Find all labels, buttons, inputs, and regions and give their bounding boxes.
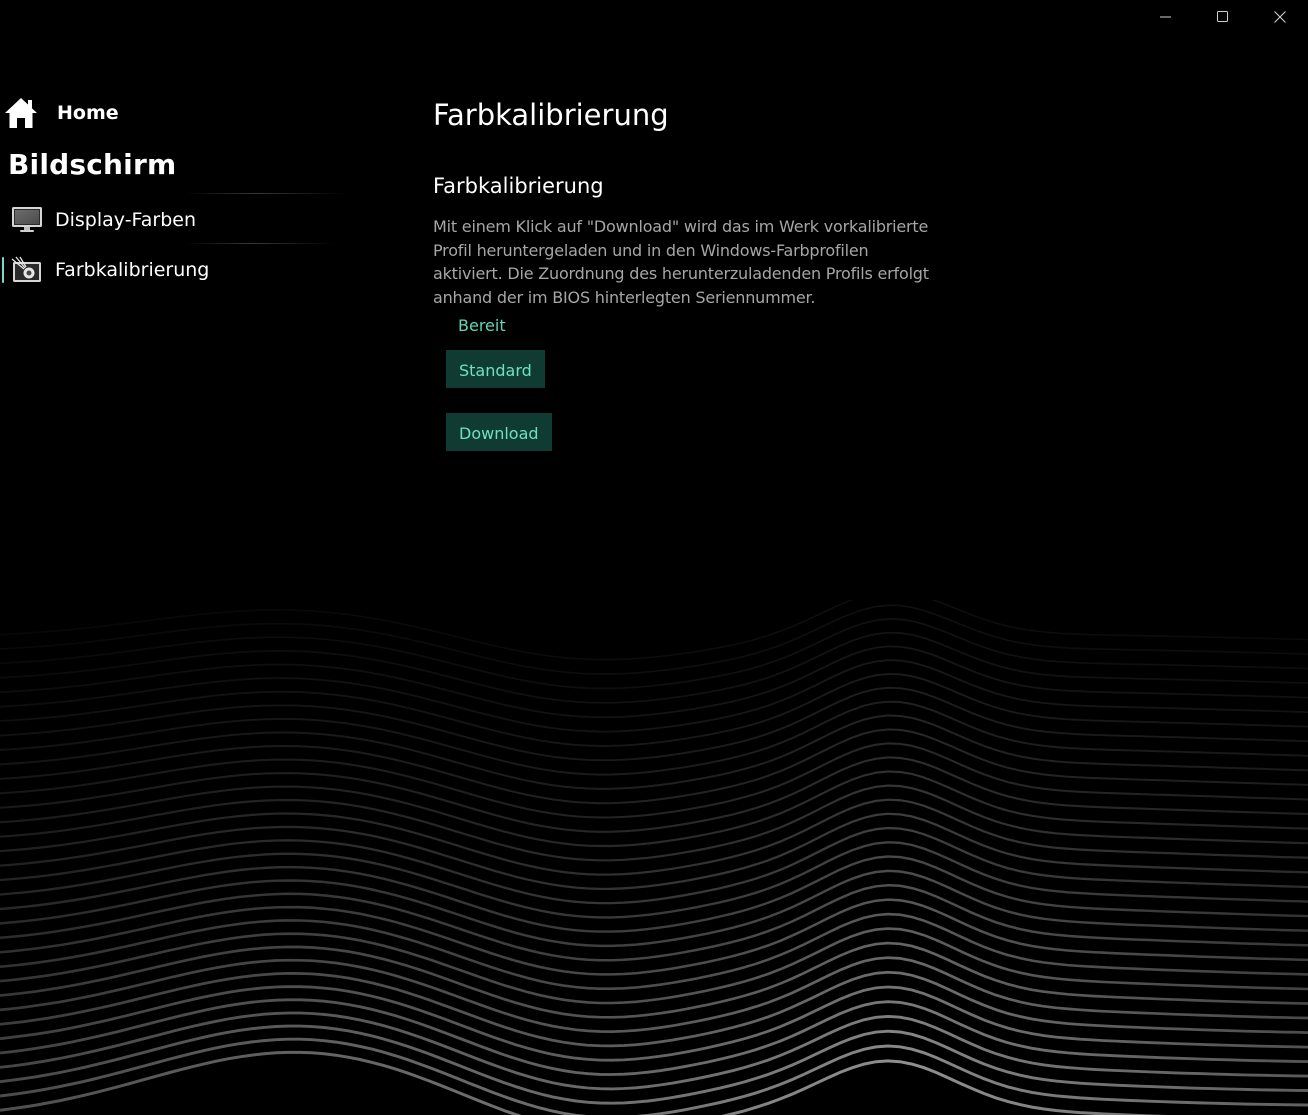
home-icon bbox=[5, 98, 37, 128]
color-calibration-icon bbox=[11, 256, 43, 284]
close-button[interactable] bbox=[1251, 0, 1308, 34]
title-bar bbox=[1137, 0, 1308, 34]
divider bbox=[185, 243, 335, 244]
divider bbox=[185, 193, 345, 194]
maximize-icon bbox=[1216, 11, 1228, 22]
background-wave-pattern bbox=[0, 600, 1308, 1115]
status-text: Bereit bbox=[458, 316, 506, 335]
maximize-button[interactable] bbox=[1194, 0, 1251, 34]
home-label: Home bbox=[57, 102, 119, 124]
minimize-icon bbox=[1159, 16, 1171, 18]
main-content: Farbkalibrierung Farbkalibrierung Mit ei… bbox=[433, 95, 953, 451]
section-heading: Farbkalibrierung bbox=[433, 174, 604, 198]
description-text: Mit einem Klick auf "Download" wird das … bbox=[433, 217, 929, 307]
section-title: Bildschirm bbox=[8, 148, 177, 181]
sidebar-item-farbkalibrierung[interactable]: Farbkalibrierung bbox=[0, 247, 330, 293]
monitor-icon bbox=[11, 206, 43, 234]
home-nav-button[interactable]: Home bbox=[3, 95, 119, 131]
standard-button[interactable]: Standard bbox=[446, 350, 545, 388]
sidebar-item-display-farben[interactable]: Display-Farben bbox=[0, 197, 330, 243]
minimize-button[interactable] bbox=[1137, 0, 1194, 34]
download-button[interactable]: Download bbox=[446, 413, 552, 451]
sidebar-item-label: Display-Farben bbox=[55, 209, 196, 231]
close-icon bbox=[1273, 11, 1286, 23]
sidebar-item-label: Farbkalibrierung bbox=[55, 259, 210, 281]
page-title: Farbkalibrierung bbox=[433, 98, 669, 132]
